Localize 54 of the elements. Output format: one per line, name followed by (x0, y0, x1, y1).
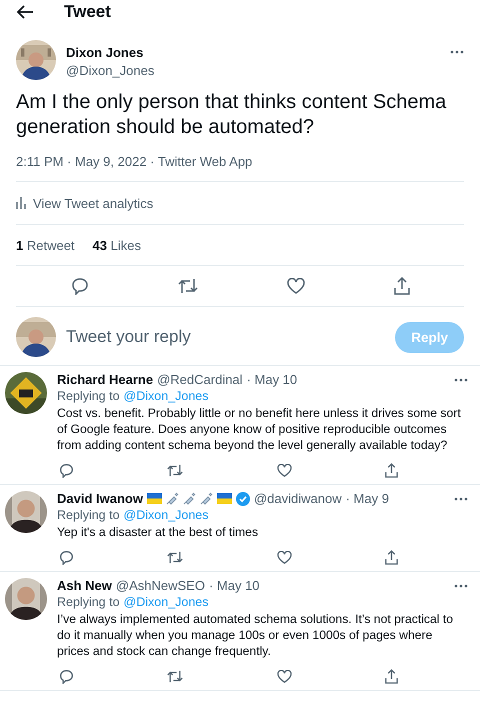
more-icon[interactable] (450, 50, 464, 54)
reply-text: I’ve always implemented automated schema solutions. It’s not practical to do it manually when you manage 100s or even 1000s of pages where prices and stock can change frequently. (57, 611, 454, 659)
replying-label: Replying to (57, 595, 120, 609)
retweet-icon[interactable] (167, 464, 184, 477)
share-icon[interactable] (384, 669, 398, 684)
reply-author-name: Ash New (57, 578, 112, 593)
author-name: Dixon Jones (66, 45, 144, 60)
like-icon[interactable] (286, 278, 304, 294)
share-icon[interactable] (394, 277, 410, 295)
tweet-text: Am I the only person that thinks content Schema generation should be automated? (16, 90, 448, 140)
reply-date: · May 10 (208, 578, 260, 593)
reply-author-handle: @AshNewSEO (116, 578, 205, 593)
reply-date: · May 9 (346, 491, 389, 506)
reply-icon[interactable] (59, 550, 74, 565)
flag-icon (146, 493, 162, 504)
reply-author-handle: @RedCardinal (157, 372, 243, 387)
retweet-icon[interactable] (167, 670, 184, 683)
like-icon[interactable] (276, 464, 292, 477)
reply-icon[interactable] (59, 669, 74, 684)
reply-date: · May 10 (246, 372, 298, 387)
flag-icon (216, 493, 232, 504)
share-icon[interactable] (384, 550, 398, 565)
author-handle: @Dixon_Jones (66, 63, 154, 78)
reply-author-name: Richard Hearne (57, 372, 154, 387)
stat-link[interactable]: 43 Likes (92, 238, 141, 252)
more-icon[interactable] (454, 496, 468, 500)
replying-label: Replying to (57, 389, 120, 403)
mention-link[interactable]: @Dixon_Jones (124, 389, 209, 403)
more-icon[interactable] (454, 584, 468, 588)
like-icon[interactable] (276, 670, 292, 683)
more-icon[interactable] (454, 378, 468, 382)
tweet-meta: 2:11 PM · May 9, 2022 · Twitter Web App (16, 154, 464, 182)
reply-author-name: David Iwanow (57, 491, 143, 506)
reply-text: Cost vs. benefit. Probably little or no benefit here unless it drives some sort of Google feature. Does anyone know of positive reproducible outcomes from adding content schema beyond the level generally available today? (57, 405, 462, 453)
syringe-icon (200, 492, 213, 505)
bar-chart-icon (16, 197, 26, 209)
verified-badge-icon (236, 492, 250, 506)
syringe-icon (182, 492, 196, 505)
syringe-icon (166, 492, 179, 505)
mention-link[interactable]: @Dixon_Jones (124, 595, 209, 609)
like-icon[interactable] (276, 551, 292, 564)
reply-icon[interactable] (70, 277, 88, 295)
page-title: Tweet (64, 2, 111, 22)
retweet-icon[interactable] (178, 278, 198, 294)
analytics-link[interactable]: View Tweet analytics (16, 196, 154, 210)
replying-label: Replying to (57, 508, 120, 522)
retweet-icon[interactable] (167, 551, 184, 564)
stat-link[interactable]: 1 Retweet (16, 238, 75, 252)
share-icon[interactable] (384, 463, 398, 478)
back-icon[interactable] (16, 5, 34, 19)
reply-author-handle: @davidiwanow (254, 491, 342, 506)
reply-icon[interactable] (59, 463, 74, 478)
mention-link[interactable]: @Dixon_Jones (124, 508, 209, 522)
reply-text: Yep it's a disaster at the best of times (57, 524, 260, 540)
